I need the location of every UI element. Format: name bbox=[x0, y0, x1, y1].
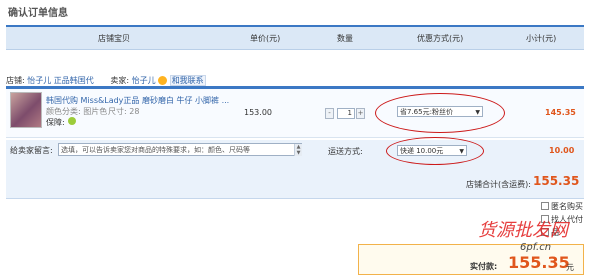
message-to-seller-input[interactable]: 选填，可以告诉卖家您对商品的特殊要求，如：颜色、尺码等 bbox=[58, 143, 302, 156]
col-header-item: 店铺宝贝 bbox=[98, 34, 130, 43]
total-amount: 155.35 bbox=[533, 174, 580, 188]
shop-label: 店铺: bbox=[6, 76, 25, 85]
seller-label: 卖家: bbox=[110, 76, 130, 85]
watermark: 货源批发网 bbox=[478, 220, 568, 241]
item-color: 颜色分类: 图片色 bbox=[46, 107, 108, 116]
chevron-down-icon: ▼ bbox=[459, 148, 464, 155]
seller-name-link[interactable]: 怡子儿 bbox=[132, 76, 156, 85]
table-header: 店铺宝贝 单价(元) 数量 优惠方式(元) 小计(元) bbox=[6, 27, 584, 50]
wangwang-icon[interactable] bbox=[158, 76, 168, 85]
anonymous-label: 匿名购买 bbox=[551, 202, 583, 211]
unit-price: 153.00 bbox=[244, 108, 272, 117]
guarantee-label: 保障: bbox=[46, 118, 65, 127]
discount-selected-value: 省7.65元:粉丝价 bbox=[400, 108, 453, 116]
message-scrollbar[interactable]: ▲ ▼ bbox=[294, 144, 302, 156]
item-thumbnail[interactable] bbox=[10, 92, 42, 128]
total-label: 店铺合计(含运费): bbox=[466, 180, 531, 189]
discount-select[interactable]: 省7.65元:粉丝价 ▼ bbox=[397, 106, 483, 117]
item-title-link[interactable]: 韩国代购 Miss&Lady正品 磨砂磨白 牛仔 小脚裤 ... bbox=[46, 95, 229, 106]
guarantee-icon bbox=[68, 117, 76, 125]
contact-seller-button[interactable]: 和我联系 bbox=[169, 75, 206, 86]
message-placeholder: 选填，可以告诉卖家您对商品的特殊要求，如：颜色、尺码等 bbox=[61, 146, 250, 154]
col-header-price: 单价(元) bbox=[250, 34, 281, 43]
chevron-down-icon: ▼ bbox=[475, 109, 480, 116]
item-size: 尺寸: 28 bbox=[108, 107, 140, 116]
payment-label: 实付款: bbox=[470, 262, 498, 271]
item-subtotal: 145.35 bbox=[545, 108, 576, 117]
watermark-url: 6pf.cn bbox=[520, 242, 552, 253]
col-header-discount: 优惠方式(元) bbox=[417, 34, 464, 43]
quantity-decrease-button[interactable]: - bbox=[325, 108, 334, 119]
shipping-selected-value: 快递 10.00元 bbox=[400, 147, 444, 155]
col-header-quantity: 数量 bbox=[337, 34, 353, 43]
payment-amount: 155.35 bbox=[508, 253, 570, 272]
quantity-increase-button[interactable]: + bbox=[356, 108, 365, 119]
payment-unit: 元 bbox=[566, 263, 574, 272]
shipping-select[interactable]: 快递 10.00元 ▼ bbox=[397, 145, 467, 156]
shop-tag-link[interactable]: 正品韩国代 bbox=[54, 76, 94, 85]
shop-name-link[interactable]: 怡子儿 bbox=[27, 76, 51, 85]
anonymous-checkbox[interactable] bbox=[541, 202, 549, 210]
quantity-input[interactable]: 1 bbox=[337, 108, 355, 119]
page-title: 确认订单信息 bbox=[8, 8, 68, 19]
shipping-label: 运送方式: bbox=[328, 147, 363, 156]
col-header-subtotal: 小计(元) bbox=[526, 34, 557, 43]
shipping-cost: 10.00 bbox=[549, 146, 575, 155]
shop-info: 店铺: 怡子儿 正品韩国代 卖家: 怡子儿 和我联系 bbox=[6, 75, 584, 86]
message-label: 给卖家留言: bbox=[10, 146, 53, 155]
